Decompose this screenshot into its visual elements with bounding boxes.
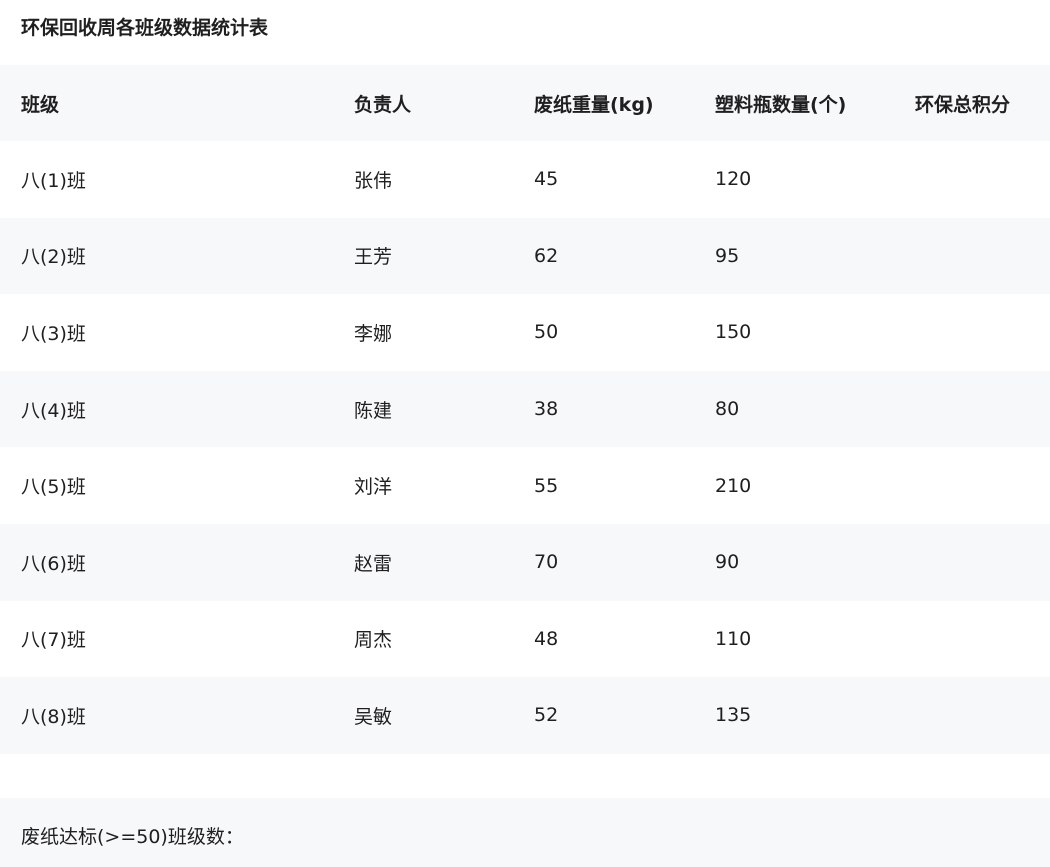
table-row: 八(1)班 张伟 45 120 bbox=[0, 141, 1050, 218]
cell-paper-weight: 48 bbox=[534, 627, 559, 650]
header-class: 班级 bbox=[21, 93, 60, 116]
summary-row: 废纸达标(>=50)班级数： bbox=[0, 798, 1050, 867]
cell-paper-weight: 38 bbox=[534, 398, 559, 421]
cell-leader: 陈建 bbox=[354, 399, 393, 422]
table-row: 八(8)班 吴敏 52 135 bbox=[0, 677, 1050, 754]
cell-leader: 吴敏 bbox=[354, 705, 393, 728]
summary-label: 废纸达标(>=50)班级数： bbox=[21, 826, 244, 848]
cell-paper-weight: 70 bbox=[534, 551, 559, 574]
table-row: 八(5)班 刘洋 55 210 bbox=[0, 447, 1050, 524]
cell-class: 八(1)班 bbox=[21, 169, 86, 192]
cell-leader: 刘洋 bbox=[354, 476, 393, 499]
cell-paper-weight: 55 bbox=[534, 474, 559, 497]
cell-paper-weight: 45 bbox=[534, 168, 559, 191]
cell-leader: 王芳 bbox=[354, 246, 393, 269]
header-paper-weight: 废纸重量(kg) bbox=[534, 93, 654, 116]
cell-bottle-count: 120 bbox=[715, 168, 752, 191]
cell-paper-weight: 50 bbox=[534, 321, 559, 344]
cell-paper-weight: 52 bbox=[534, 704, 559, 727]
table-row: 八(2)班 王芳 62 95 bbox=[0, 217, 1050, 295]
cell-bottle-count: 95 bbox=[715, 244, 740, 267]
cell-class: 八(5)班 bbox=[21, 476, 86, 499]
cell-leader: 周杰 bbox=[354, 629, 393, 652]
stats-table: 班级 负责人 废纸重量(kg) 塑料瓶数量(个) 环保总积分 八(1)班 张伟 … bbox=[0, 65, 1050, 754]
table-row: 八(4)班 陈建 38 80 bbox=[0, 370, 1050, 448]
cell-class: 八(3)班 bbox=[21, 322, 86, 345]
header-bottle-count: 塑料瓶数量(个) bbox=[715, 93, 847, 116]
cell-bottle-count: 135 bbox=[715, 704, 752, 727]
header-leader: 负责人 bbox=[354, 93, 412, 116]
page-title: 环保回收周各班级数据统计表 bbox=[21, 17, 269, 39]
table-row: 八(7)班 周杰 48 110 bbox=[0, 601, 1050, 678]
page: 环保回收周各班级数据统计表 班级 负责人 废纸重量(kg) 塑料瓶数量(个) 环… bbox=[0, 0, 1050, 867]
cell-bottle-count: 110 bbox=[715, 627, 752, 650]
cell-bottle-count: 210 bbox=[715, 474, 752, 497]
cell-leader: 李娜 bbox=[354, 322, 393, 345]
cell-paper-weight: 62 bbox=[534, 244, 559, 267]
table-header-row: 班级 负责人 废纸重量(kg) 塑料瓶数量(个) 环保总积分 bbox=[0, 65, 1050, 141]
table-row: 八(6)班 赵雷 70 90 bbox=[0, 523, 1050, 601]
cell-class: 八(6)班 bbox=[21, 552, 86, 575]
table-row: 八(3)班 李娜 50 150 bbox=[0, 294, 1050, 371]
cell-class: 八(8)班 bbox=[21, 705, 86, 728]
cell-bottle-count: 90 bbox=[715, 551, 740, 574]
cell-bottle-count: 150 bbox=[715, 321, 752, 344]
cell-class: 八(2)班 bbox=[21, 246, 86, 269]
cell-leader: 张伟 bbox=[354, 169, 393, 192]
cell-class: 八(4)班 bbox=[21, 399, 86, 422]
cell-class: 八(7)班 bbox=[21, 629, 86, 652]
cell-bottle-count: 80 bbox=[715, 398, 740, 421]
header-total-score: 环保总积分 bbox=[915, 93, 1011, 116]
cell-leader: 赵雷 bbox=[354, 552, 393, 575]
